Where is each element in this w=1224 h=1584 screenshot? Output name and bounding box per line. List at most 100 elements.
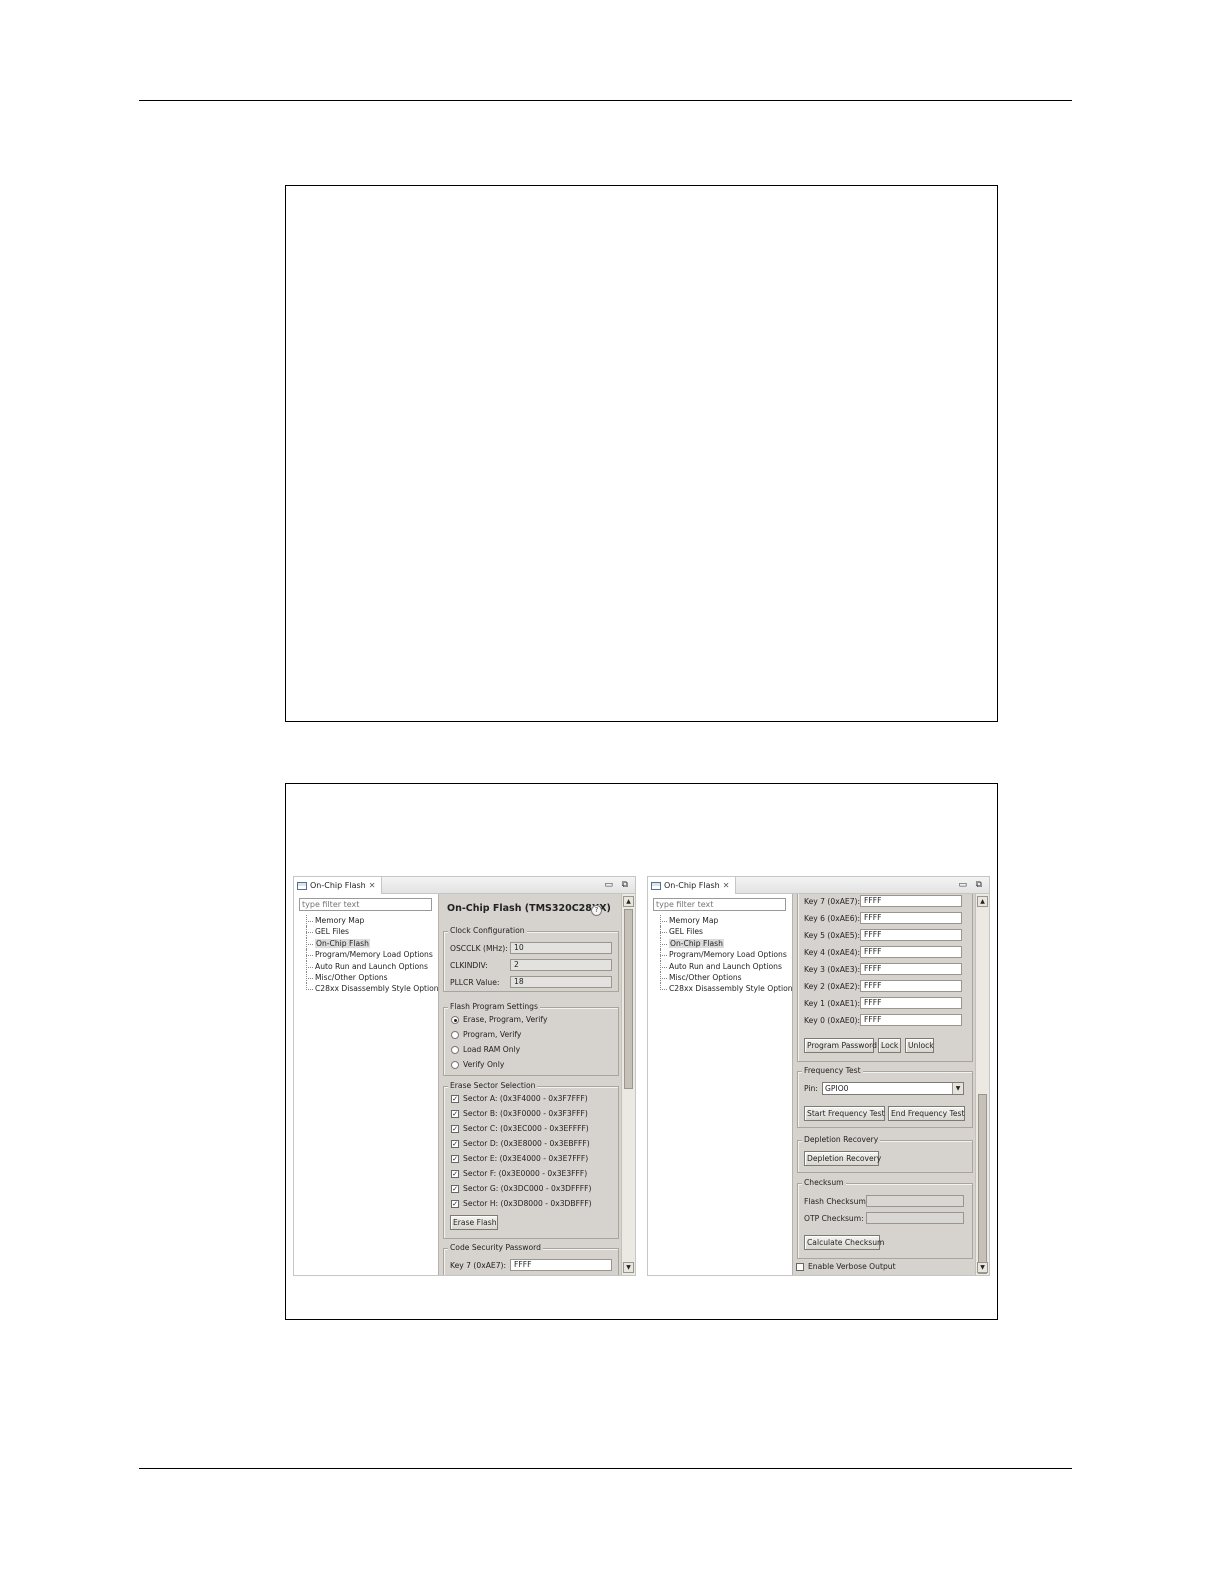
tree-item-program-memory-load[interactable]: Program/Memory Load Options xyxy=(302,949,442,961)
key-7-field[interactable]: FFFF xyxy=(510,1259,612,1271)
checkbox[interactable]: ✓ xyxy=(451,1200,459,1208)
tree-item-auto-run[interactable]: Auto Run and Launch Options xyxy=(302,960,442,973)
minimize-icon[interactable]: ▭ xyxy=(958,879,967,891)
radio-button[interactable] xyxy=(451,1031,459,1039)
key-4-field[interactable]: FFFF xyxy=(860,946,962,958)
filter-input[interactable] xyxy=(653,898,786,911)
option-verify-only[interactable]: Verify Only xyxy=(451,1059,504,1071)
close-icon[interactable]: ✕ xyxy=(369,881,376,890)
view-tab-bar: On-Chip Flash ✕ ▭ ⧉ xyxy=(648,877,989,894)
filter-input[interactable] xyxy=(299,898,432,911)
scroll-down-icon[interactable]: ▼ xyxy=(623,1262,634,1273)
group-legend: Frequency Test xyxy=(802,1066,863,1075)
tree-item-label: Misc/Other Options xyxy=(669,972,742,982)
checkbox[interactable]: ✓ xyxy=(451,1170,459,1178)
tree-item-gel-files[interactable]: GEL Files xyxy=(656,926,796,939)
vertical-scrollbar[interactable]: ▲ ▼ xyxy=(975,894,989,1275)
sector-h-checkbox[interactable]: ✓ Sector H: (0x3D8000 - 0x3DBFFF) xyxy=(451,1198,592,1210)
pllcr-field[interactable]: 18 xyxy=(510,976,612,988)
sector-e-checkbox[interactable]: ✓ Sector E: (0x3E4000 - 0x3E7FFF) xyxy=(451,1153,588,1165)
pin-select[interactable]: GPIO0 ▼ xyxy=(822,1082,964,1095)
oscclk-field[interactable]: 10 xyxy=(510,942,612,954)
end-frequency-test-button[interactable]: End Frequency Test xyxy=(888,1106,965,1121)
radio-button[interactable] xyxy=(451,1016,459,1024)
depletion-recovery-group: Depletion Recovery Depletion Recovery xyxy=(797,1135,973,1173)
sector-d-checkbox[interactable]: ✓ Sector D: (0x3E8000 - 0x3EBFFF) xyxy=(451,1138,590,1150)
scroll-up-icon[interactable]: ▲ xyxy=(623,896,634,907)
sector-label: Sector E: (0x3E4000 - 0x3E7FFF) xyxy=(463,1154,589,1163)
sector-a-checkbox[interactable]: ✓ Sector A: (0x3F4000 - 0x3F7FFF) xyxy=(451,1093,588,1105)
checkbox[interactable]: ✓ xyxy=(451,1140,459,1148)
maximize-icon[interactable]: ⧉ xyxy=(622,879,628,891)
key-2-field[interactable]: FFFF xyxy=(860,980,962,992)
tree-item-misc-options[interactable]: Misc/Other Options xyxy=(656,971,796,984)
checkbox[interactable]: ✓ xyxy=(451,1095,459,1103)
tree-item-label: On-Chip Flash xyxy=(669,938,724,948)
key-7-field[interactable]: FFFF xyxy=(860,895,962,907)
option-load-ram-only[interactable]: Load RAM Only xyxy=(451,1044,520,1056)
clkindiv-field[interactable]: 2 xyxy=(510,959,612,971)
panel-title: On-Chip Flash (TMS320C28XX) xyxy=(447,903,611,914)
option-program-verify[interactable]: Program, Verify xyxy=(451,1029,521,1041)
depletion-recovery-button[interactable]: Depletion Recovery xyxy=(804,1151,881,1166)
close-icon[interactable]: ✕ xyxy=(723,881,730,890)
scroll-up-icon[interactable]: ▲ xyxy=(977,896,988,907)
calculate-checksum-button[interactable]: Calculate Checksum xyxy=(804,1235,884,1250)
minimize-icon[interactable]: ▭ xyxy=(604,879,613,891)
tree-item-label: C28xx Disassembly Style Options xyxy=(669,984,797,994)
vertical-scrollbar[interactable]: ▲ ▼ xyxy=(621,894,635,1275)
radio-button[interactable] xyxy=(451,1046,459,1054)
view-tab-icon xyxy=(651,881,661,890)
tree-item-on-chip-flash[interactable]: On-Chip Flash xyxy=(302,937,442,950)
scroll-down-icon[interactable]: ▼ xyxy=(977,1262,988,1273)
sector-label: Sector D: (0x3E8000 - 0x3EBFFF) xyxy=(463,1139,590,1148)
pin-label: Pin: xyxy=(804,1084,818,1093)
key-5-field[interactable]: FFFF xyxy=(860,929,962,941)
checkbox[interactable] xyxy=(796,1263,804,1271)
tree-item-label: Program/Memory Load Options xyxy=(315,950,433,960)
checkbox[interactable]: ✓ xyxy=(451,1125,459,1133)
page-header-rule xyxy=(139,100,1072,101)
key-0-field[interactable]: FFFF xyxy=(860,1014,962,1026)
help-icon[interactable]: ? xyxy=(591,905,602,916)
chevron-down-icon[interactable]: ▼ xyxy=(952,1083,963,1094)
tree-item-disassembly-style[interactable]: C28xx Disassembly Style Options xyxy=(656,983,797,994)
tree-item-disassembly-style[interactable]: C28xx Disassembly Style Options xyxy=(302,983,443,994)
radio-button[interactable] xyxy=(451,1061,459,1069)
program-password-button[interactable]: Program Password xyxy=(804,1038,877,1053)
tree-item-label: Memory Map xyxy=(315,916,365,925)
checkbox[interactable]: ✓ xyxy=(451,1110,459,1118)
tree-item-misc-options[interactable]: Misc/Other Options xyxy=(302,971,442,984)
start-frequency-test-button[interactable]: Start Frequency Test xyxy=(804,1106,885,1121)
tree-item-gel-files[interactable]: GEL Files xyxy=(302,926,442,939)
tree-item-program-memory-load[interactable]: Program/Memory Load Options xyxy=(656,949,796,961)
sector-f-checkbox[interactable]: ✓ Sector F: (0x3E0000 - 0x3E3FFF) xyxy=(451,1168,587,1180)
checkbox[interactable]: ✓ xyxy=(451,1155,459,1163)
group-legend: Flash Program Settings xyxy=(448,1002,540,1011)
sector-b-checkbox[interactable]: ✓ Sector B: (0x3F0000 - 0x3F3FFF) xyxy=(451,1108,588,1120)
enable-verbose-output-checkbox[interactable]: Enable Verbose Output xyxy=(796,1261,896,1273)
lock-button[interactable]: Lock xyxy=(878,1038,901,1053)
tree-item-memory-map[interactable]: Memory Map xyxy=(656,915,796,927)
view-tab[interactable]: On-Chip Flash ✕ xyxy=(294,877,383,894)
key-1-field[interactable]: FFFF xyxy=(860,997,962,1009)
sector-g-checkbox[interactable]: ✓ Sector G: (0x3DC000 - 0x3DFFFF) xyxy=(451,1183,591,1195)
checkbox[interactable]: ✓ xyxy=(451,1185,459,1193)
option-erase-program-verify[interactable]: Erase, Program, Verify xyxy=(451,1014,547,1026)
scrollbar-thumb[interactable] xyxy=(624,909,633,1089)
erase-flash-button[interactable]: Erase Flash xyxy=(450,1215,498,1230)
tree-item-auto-run[interactable]: Auto Run and Launch Options xyxy=(656,960,796,973)
maximize-icon[interactable]: ⧉ xyxy=(976,879,982,891)
key-6-field[interactable]: FFFF xyxy=(860,912,962,924)
unlock-button[interactable]: Unlock xyxy=(905,1038,934,1053)
key-4-label: Key 4 (0xAE4): xyxy=(804,948,861,957)
otp-checksum-label: OTP Checksum: xyxy=(804,1214,864,1223)
sector-c-checkbox[interactable]: ✓ Sector C: (0x3EC000 - 0x3EFFFF) xyxy=(451,1123,589,1135)
sector-label: Sector A: (0x3F4000 - 0x3F7FFF) xyxy=(463,1094,588,1103)
tree-item-on-chip-flash[interactable]: On-Chip Flash xyxy=(656,937,796,950)
scrollbar-thumb[interactable] xyxy=(978,1094,987,1274)
key-3-field[interactable]: FFFF xyxy=(860,963,962,975)
view-tab[interactable]: On-Chip Flash ✕ xyxy=(648,877,737,894)
tree-item-memory-map[interactable]: Memory Map xyxy=(302,915,442,927)
option-label: Erase, Program, Verify xyxy=(463,1015,548,1024)
